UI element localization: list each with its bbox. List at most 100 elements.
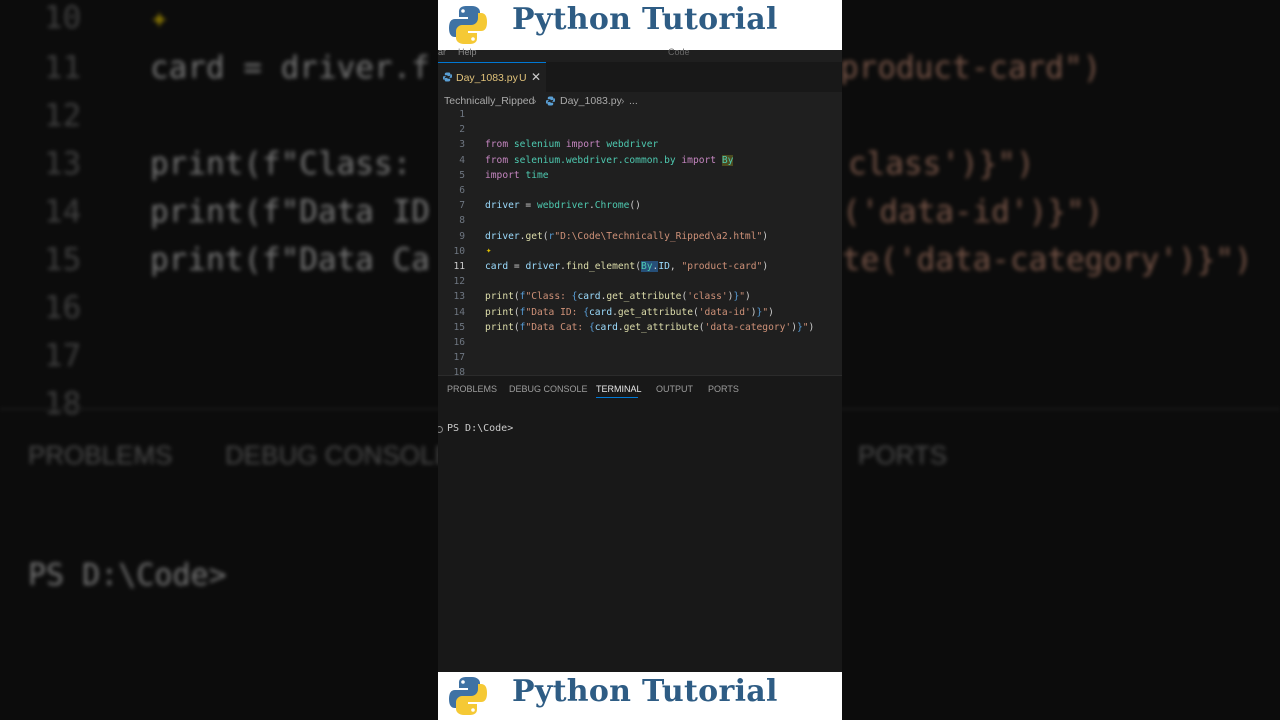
active-tab-indicator — [596, 397, 638, 398]
code-text: print(f"Data Cat: {card.get_attribute('d… — [485, 321, 815, 333]
top-banner: Python Tutorial — [438, 0, 842, 50]
code-text: print(f"Class: {card.get_attribute('clas… — [485, 291, 751, 303]
bg-code-text: print(f"Data ID — [150, 194, 430, 230]
line-number: 1 — [459, 109, 465, 120]
line-number: 11 — [453, 261, 465, 272]
chevron-right-icon: › — [621, 95, 625, 107]
code-line[interactable]: 11 card = driver.find_element(By.ID, "pro… — [438, 261, 842, 276]
line-number: 9 — [459, 230, 465, 242]
bg-code-text: ('data-id')}") — [842, 194, 1104, 230]
line-number: 8 — [459, 215, 465, 227]
video-column: Python Tutorial ar Help Code Day_1083.py… — [438, 0, 842, 720]
untracked-badge: U — [519, 72, 527, 84]
python-logo-icon — [449, 677, 487, 715]
banner-title: Python Tutorial — [512, 674, 778, 709]
code-text: driver.get(r"D:\Code\Technically_Ripped\… — [485, 230, 769, 242]
banner-title: Python Tutorial — [512, 2, 778, 37]
bottom-banner: Python Tutorial — [438, 672, 842, 720]
code-line[interactable]: 1 — [438, 109, 842, 124]
bg-line-number: 12 — [44, 98, 82, 134]
bottom-panel: PROBLEMS DEBUG CONSOLE TERMINAL OUTPUT P… — [438, 375, 842, 673]
bg-line-number: 10 — [44, 0, 82, 36]
code-line[interactable]: 9 driver.get(r"D:\Code\Technically_Ripped… — [438, 231, 842, 246]
line-number: 10 — [453, 245, 465, 257]
code-line[interactable]: 4 from selenium.webdriver.common.by impor… — [438, 154, 842, 170]
code-line[interactable]: 8 — [438, 215, 842, 230]
line-number: 13 — [453, 291, 465, 303]
code-editor[interactable]: 1 2 3 from selenium import webdriver 4 from s… — [438, 108, 842, 375]
line-number: 2 — [459, 124, 465, 136]
bg-tab-debug-console: DEBUG CONSOLE — [225, 440, 452, 470]
bg-code-text: print(f"Data Ca — [150, 242, 430, 278]
bg-code-text: product-card") — [840, 50, 1102, 86]
code-text: driver = webdriver.Chrome() — [485, 200, 641, 212]
tab-day-1083[interactable]: Day_1083.py U ✕ — [438, 62, 546, 93]
code-line[interactable]: 10 ✦ — [438, 246, 842, 261]
tab-output[interactable]: OUTPUT — [656, 384, 693, 394]
code-line[interactable]: 3 from selenium import webdriver — [438, 139, 842, 154]
tab-filename: Day_1083.py — [456, 72, 518, 84]
bg-code-text: class')}") — [848, 146, 1035, 182]
code-line[interactable]: 5 import time — [438, 170, 842, 185]
bg-line-number: 15 — [44, 242, 82, 278]
code-line[interactable]: 12 — [438, 276, 842, 291]
terminal-prompt[interactable]: PS D:\Code> — [447, 423, 513, 434]
line-number: 15 — [453, 321, 465, 333]
python-logo-icon — [449, 6, 487, 44]
editor-tab-bar: Day_1083.py U ✕ — [438, 62, 842, 93]
code-line[interactable]: 15 print(f"Data Cat: {card.get_attribute(… — [438, 322, 842, 337]
bg-line-number: 11 — [44, 50, 82, 86]
circle-icon — [438, 426, 443, 433]
code-text: from selenium import webdriver — [485, 139, 659, 151]
code-line[interactable]: 14 print(f"Data ID: {card.get_attribute('… — [438, 307, 842, 322]
line-number: 16 — [453, 337, 465, 348]
line-number: 17 — [453, 352, 465, 364]
code-line[interactable]: 18 — [438, 367, 842, 375]
line-number: 4 — [459, 154, 465, 166]
line-number: 5 — [459, 169, 465, 181]
line-number: 14 — [453, 306, 465, 318]
code-text: from selenium.webdriver.common.by import… — [485, 154, 734, 166]
python-file-icon — [546, 96, 555, 106]
code-line[interactable]: 2 — [438, 124, 842, 139]
bg-line-number: 17 — [44, 338, 82, 374]
line-number: 6 — [459, 185, 465, 196]
menu-bar: ar Help Code — [438, 47, 842, 62]
menu-item[interactable]: ar — [438, 47, 446, 57]
tab-problems[interactable]: PROBLEMS — [447, 384, 497, 394]
bg-code-text: te('data-category')}") — [842, 242, 1253, 278]
breadcrumb-folder[interactable]: Technically_Ripped — [444, 95, 534, 107]
bg-code-text: card = driver.f — [150, 50, 430, 86]
background-prompt: PS D:\Code> — [28, 558, 227, 593]
tab-debug-console[interactable]: DEBUG CONSOLE — [509, 384, 588, 394]
line-number: 12 — [453, 276, 465, 288]
chevron-right-icon: › — [533, 95, 537, 107]
bg-tab-problems: PROBLEMS — [28, 440, 173, 470]
code-line[interactable]: 13 print(f"Class: {card.get_attribute('cl… — [438, 291, 842, 306]
code-line[interactable]: 17 — [438, 352, 842, 367]
sparkle-icon[interactable]: ✦ — [486, 246, 491, 256]
breadcrumb-more[interactable]: ... — [629, 95, 638, 107]
command-center[interactable]: Code — [668, 47, 690, 57]
code-text: print(f"Data ID: {card.get_attribute('da… — [485, 306, 774, 318]
sparkle-icon: ✦ — [150, 0, 169, 36]
bg-code-text: print(f"Class: — [150, 146, 430, 182]
code-text: card = driver.find_element(By.ID, "produ… — [485, 261, 769, 272]
line-number: 18 — [453, 367, 465, 375]
bg-line-number: 14 — [44, 194, 82, 230]
line-number: 3 — [459, 139, 465, 151]
menu-item-help[interactable]: Help — [458, 47, 477, 57]
code-line[interactable]: 16 — [438, 337, 842, 352]
code-line[interactable]: 6 — [438, 185, 842, 200]
bg-line-number: 13 — [44, 146, 82, 182]
code-line[interactable]: 7 driver = webdriver.Chrome() — [438, 200, 842, 215]
close-icon[interactable]: ✕ — [531, 70, 541, 84]
python-file-icon — [443, 72, 452, 82]
code-text: import time — [485, 169, 549, 181]
tab-terminal[interactable]: TERMINAL — [596, 384, 642, 394]
bg-tab-ports: PORTS — [858, 440, 948, 470]
tab-ports[interactable]: PORTS — [708, 384, 739, 394]
line-number: 7 — [459, 200, 465, 212]
breadcrumb-file[interactable]: Day_1083.py — [560, 95, 622, 107]
bg-line-number: 16 — [44, 290, 82, 326]
